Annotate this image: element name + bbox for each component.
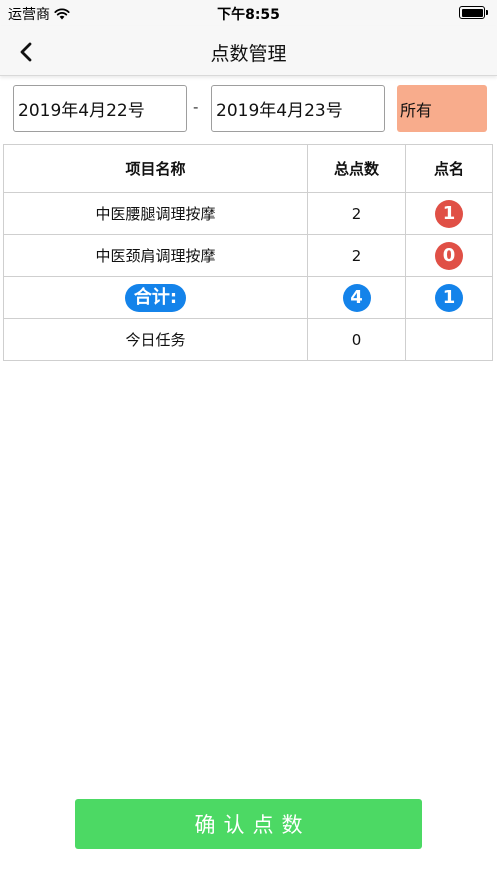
date-separator: - [193, 98, 199, 116]
summary-named-badge: 1 [435, 283, 463, 312]
confirm-points-button[interactable]: 确认点数 [75, 799, 422, 849]
named-count-badge[interactable]: 0 [435, 241, 463, 270]
task-named-cell [405, 318, 493, 361]
status-bar: 运营商 下午8:55 [0, 0, 497, 26]
task-row: 今日任务 0 [3, 318, 493, 361]
total-points-cell: 2 [307, 234, 406, 277]
named-points-cell: 0 [405, 234, 493, 277]
end-date-field[interactable]: 2019年4月23号 [211, 85, 385, 132]
category-filter-button[interactable]: 所有 [397, 85, 487, 132]
start-date-field[interactable]: 2019年4月22号 [13, 85, 187, 132]
named-count-badge[interactable]: 1 [435, 199, 463, 228]
task-name-cell: 今日任务 [3, 318, 308, 361]
total-points-cell: 2 [307, 192, 406, 235]
named-points-cell: 1 [405, 192, 493, 235]
battery-icon [459, 6, 488, 19]
summary-label-pill: 合计: [124, 283, 187, 312]
summary-total-cell: 4 [307, 276, 406, 319]
header-named-points: 点名 [405, 144, 493, 193]
project-name-cell: 中医腰腿调理按摩 [3, 192, 308, 235]
summary-named-cell: 1 [405, 276, 493, 319]
page-title: 点数管理 [210, 43, 287, 65]
table-row: 中医腰腿调理按摩 2 1 [3, 192, 493, 235]
summary-total-badge: 4 [342, 283, 371, 312]
header-total-points: 总点数 [307, 144, 406, 193]
table-row: 中医颈肩调理按摩 2 0 [3, 234, 493, 277]
summary-label-cell: 合计: [3, 276, 308, 319]
project-name-cell: 中医颈肩调理按摩 [3, 234, 308, 277]
header-project-name: 项目名称 [3, 144, 308, 193]
points-table: 项目名称 总点数 点名 中医腰腿调理按摩 2 1 中医颈肩调理按摩 2 0 合计… [3, 144, 493, 361]
task-total-cell: 0 [307, 318, 406, 361]
nav-bar: 点数管理 [0, 26, 497, 76]
status-time: 下午8:55 [217, 7, 280, 23]
table-header-row: 项目名称 总点数 点名 [3, 144, 493, 193]
summary-row: 合计: 4 1 [3, 276, 493, 319]
